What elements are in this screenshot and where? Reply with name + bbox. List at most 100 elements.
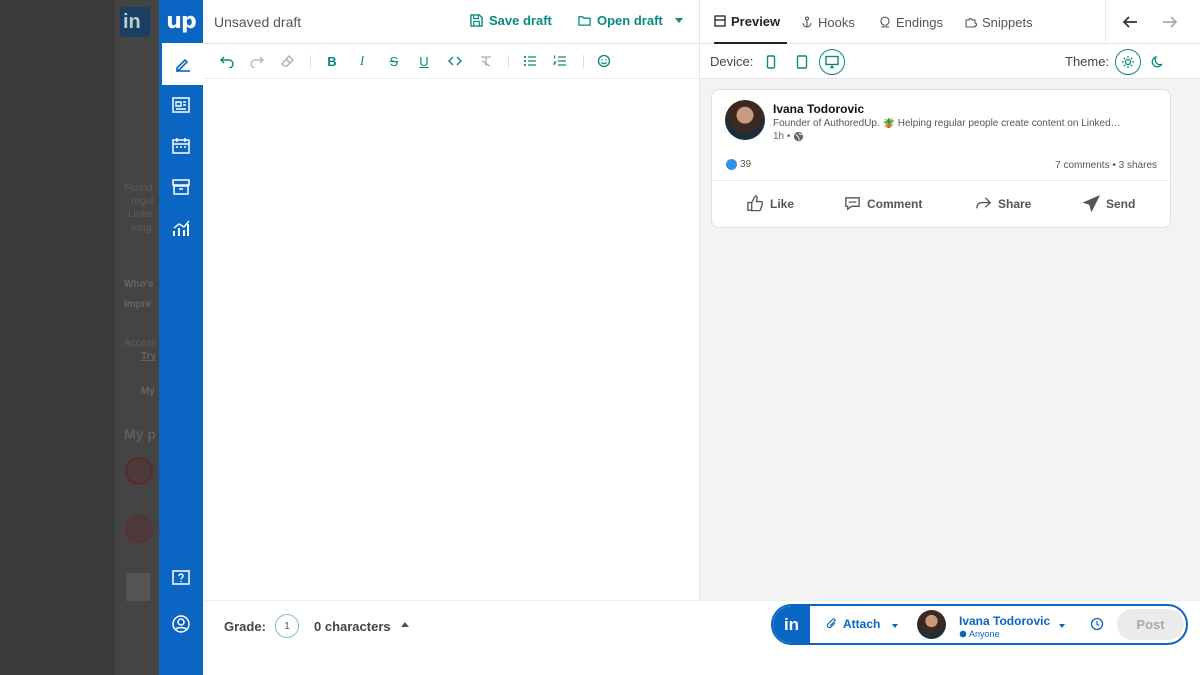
bg-my: My: [141, 386, 155, 397]
draft-title[interactable]: Unsaved draft: [214, 14, 301, 30]
code-icon[interactable]: [447, 53, 463, 69]
eraser-icon[interactable]: [280, 53, 296, 69]
author-name: Ivana Todorovic: [773, 102, 865, 116]
like-reaction-icon: [726, 159, 737, 170]
strikethrough-icon[interactable]: S: [386, 53, 402, 69]
grade-value[interactable]: 1: [275, 614, 299, 638]
post-time-text: 1h •: [773, 131, 791, 142]
folder-icon: [578, 16, 591, 26]
attach-dropdown-caret[interactable]: [892, 624, 898, 628]
toolbar-divider: [583, 55, 584, 68]
sidebar-item-calendar[interactable]: [159, 125, 203, 167]
attach-button[interactable]: Attach: [826, 617, 880, 631]
save-draft-label: Save draft: [489, 13, 552, 28]
open-draft-label: Open draft: [597, 13, 663, 28]
post-stats: 7 comments • 3 shares: [1055, 160, 1157, 171]
bullet-list-icon[interactable]: [522, 53, 538, 69]
device-tablet-button[interactable]: [789, 49, 815, 75]
redo-icon[interactable]: [249, 53, 265, 69]
sidebar-item-help[interactable]: [159, 557, 203, 599]
omega-icon: [880, 16, 890, 28]
phone-icon: [766, 55, 776, 69]
card-divider: [712, 180, 1170, 181]
like-label: Like: [770, 196, 795, 211]
bg-snippet: Found: [124, 183, 153, 194]
author-headline: Founder of AuthoredUp. 🪴 Helping regular…: [773, 118, 1121, 129]
sidebar-item-feed[interactable]: [159, 84, 203, 126]
authoredup-logo[interactable]: up: [159, 0, 203, 42]
theme-light-button[interactable]: [1115, 49, 1141, 75]
forward-arrow-icon[interactable]: [1161, 13, 1179, 31]
sidebar-item-account[interactable]: [159, 603, 203, 645]
open-draft-button[interactable]: Open draft: [578, 13, 663, 28]
sidebar-item-archive[interactable]: [159, 166, 203, 208]
tab-endings-label: Endings: [896, 14, 943, 30]
clear-format-icon[interactable]: [478, 53, 494, 69]
tab-preview[interactable]: Preview: [714, 0, 787, 44]
underline-icon[interactable]: U: [416, 53, 432, 69]
account-icon: [172, 615, 190, 633]
device-bar: Device: Theme:: [700, 44, 1200, 79]
preview-icon: [714, 15, 726, 27]
paperclip-icon: [826, 618, 836, 629]
save-draft-button[interactable]: Save draft: [470, 13, 552, 28]
undo-icon[interactable]: [219, 53, 235, 69]
tab-hooks[interactable]: Hooks: [801, 0, 855, 44]
tab-snippets[interactable]: Snippets: [965, 0, 1033, 44]
visibility-selector[interactable]: Anyone: [959, 629, 1000, 639]
bg-snippet: regul: [131, 196, 154, 207]
sidebar-item-editor[interactable]: [159, 43, 203, 85]
anchor-icon: [802, 16, 812, 28]
tab-preview-label: Preview: [731, 13, 781, 29]
globe-icon: [959, 630, 967, 638]
italic-icon[interactable]: I: [354, 53, 370, 69]
grade-label: Grade:: [224, 619, 266, 634]
preview-panel: Preview Hooks Endings Snippets Device: T…: [700, 0, 1200, 600]
numbered-list-icon[interactable]: [552, 53, 568, 69]
editor-panel: Unsaved draft Save draft Open draft B I …: [203, 0, 700, 675]
bg-thumbnail: [126, 573, 150, 601]
account-dropdown-caret[interactable]: [1059, 624, 1065, 628]
thumbs-up-icon: [747, 195, 764, 212]
sidebar-item-analytics[interactable]: [159, 207, 203, 249]
post-button[interactable]: Post: [1117, 609, 1184, 640]
linkedin-logo: in: [120, 7, 150, 37]
device-mobile-button[interactable]: [758, 49, 784, 75]
post-preview-card: Ivana Todorovic Founder of AuthoredUp. 🪴…: [711, 89, 1171, 228]
bold-icon[interactable]: B: [324, 53, 340, 69]
tab-endings[interactable]: Endings: [879, 0, 943, 44]
toolbar-divider: [508, 55, 509, 68]
bg-snippet: insig: [131, 223, 152, 234]
toolbar-divider: [310, 55, 311, 68]
puzzle-icon: [965, 18, 977, 28]
moon-icon: [1151, 55, 1163, 68]
bg-try: Try: [141, 351, 157, 362]
back-arrow-icon[interactable]: [1121, 13, 1139, 31]
character-count-expand-caret[interactable]: [401, 622, 409, 627]
bg-snippet: Linke: [128, 209, 152, 220]
theme-dark-button[interactable]: [1145, 49, 1171, 75]
bg-impre: Impre: [124, 299, 152, 310]
likes-count: 39: [740, 159, 752, 170]
linkedin-network-icon[interactable]: in: [773, 606, 810, 643]
send-label: Send: [1106, 196, 1136, 211]
account-name[interactable]: Ivana Todorovic: [959, 614, 1050, 628]
archive-icon: [172, 179, 190, 195]
analytics-icon: [173, 220, 190, 236]
sun-icon: [1122, 56, 1134, 68]
edit-icon: [175, 58, 190, 72]
globe-icon: [794, 131, 804, 142]
open-draft-dropdown-caret[interactable]: [675, 18, 683, 23]
device-desktop-button[interactable]: [819, 49, 845, 75]
like-action: Like: [746, 194, 794, 213]
comment-action: Comment: [843, 194, 922, 213]
theme-label: Theme:: [1065, 54, 1110, 69]
send-action: Send: [1082, 194, 1135, 213]
attach-label: Attach: [843, 617, 881, 631]
account-avatar[interactable]: [917, 610, 946, 639]
emoji-icon[interactable]: [596, 53, 612, 69]
editor-topbar: Unsaved draft Save draft Open draft: [203, 0, 700, 44]
bg-avatar: [125, 515, 153, 543]
schedule-clock-icon[interactable]: [1090, 617, 1104, 631]
bg-access: Access: [124, 338, 157, 349]
